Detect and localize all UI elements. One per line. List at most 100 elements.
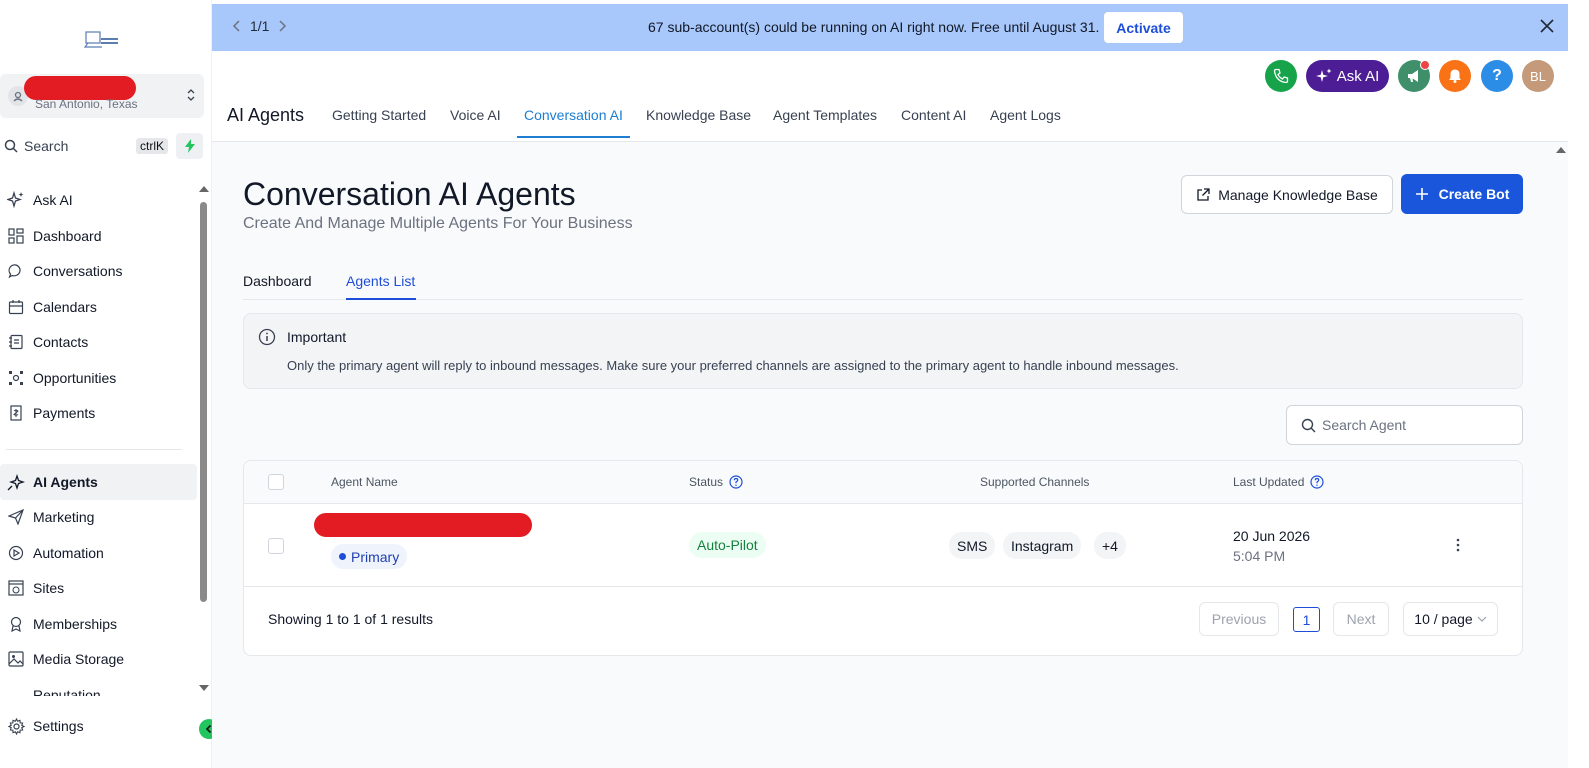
table-row[interactable]: Primary Auto-Pilot SMS Instagram +4 20 J…	[244, 504, 1522, 587]
select-all-checkbox[interactable]	[268, 474, 284, 490]
tab-content-ai[interactable]: Content AI	[901, 107, 966, 123]
table-header: Agent Name Status Supported Channels Las…	[244, 461, 1522, 504]
subtabs-divider	[243, 299, 1523, 300]
search-icon	[4, 139, 18, 153]
sidebar-search[interactable]: Search ctrlK	[0, 134, 170, 158]
sidebar-scrollbar[interactable]	[199, 186, 209, 691]
active-tab-indicator	[517, 136, 630, 138]
sidebar-item-marketing[interactable]: Marketing	[0, 499, 197, 535]
chevron-left-icon[interactable]	[232, 19, 242, 33]
scroll-down-arrow-icon[interactable]	[199, 685, 209, 691]
phone-button[interactable]	[1265, 60, 1297, 92]
help-circle-icon[interactable]	[729, 475, 743, 489]
agents-table: Agent Name Status Supported Channels Las…	[243, 460, 1523, 656]
channel-chip-more[interactable]: +4	[1094, 532, 1126, 559]
sidebar-item-dashboard[interactable]: Dashboard	[0, 218, 197, 254]
ai-agents-icon	[7, 473, 25, 491]
search-agent-field[interactable]	[1286, 405, 1523, 445]
chevron-right-icon[interactable]	[277, 19, 287, 33]
primary-badge: Primary	[331, 544, 408, 569]
tab-knowledge-base[interactable]: Knowledge Base	[646, 107, 751, 123]
tab-conversation-ai[interactable]: Conversation AI	[524, 107, 623, 123]
close-icon[interactable]	[1540, 19, 1554, 38]
page-size-select[interactable]: 10 / page	[1403, 602, 1498, 636]
column-header-status: Status	[689, 475, 743, 489]
receipt-icon	[7, 404, 25, 422]
sidebar-item-calendars[interactable]: Calendars	[0, 289, 197, 325]
search-agent-input[interactable]	[1322, 417, 1502, 433]
column-label: Status	[689, 475, 724, 489]
sidebar-item-settings[interactable]: Settings	[0, 708, 197, 744]
external-link-icon	[1196, 187, 1210, 202]
sidebar: San Antonio, Texas Search ctrlK Ask AI D…	[0, 0, 212, 768]
quick-actions-button[interactable]	[176, 133, 203, 159]
banner-message: 67 sub-account(s) could be running on AI…	[648, 19, 1100, 35]
avatar[interactable]: BL	[1522, 60, 1554, 92]
channel-chip-sms: SMS	[949, 532, 996, 559]
primary-badge-label: Primary	[351, 548, 400, 565]
subtab-dashboard[interactable]: Dashboard	[243, 273, 312, 289]
module-header: AI Agents Getting Started Voice AI Conve…	[212, 96, 1568, 142]
sidebar-item-reputation[interactable]: Reputation	[33, 688, 101, 696]
notifications-button[interactable]	[1439, 60, 1471, 92]
sparkle-icon	[1315, 68, 1332, 84]
search-shortcut: ctrlK	[136, 138, 168, 154]
sidebar-item-ai-agents[interactable]: AI Agents	[0, 464, 197, 500]
tab-agent-logs[interactable]: Agent Logs	[990, 107, 1061, 123]
important-alert: Important Only the primary agent will re…	[243, 313, 1523, 389]
sidebar-item-opportunities[interactable]: Opportunities	[0, 360, 197, 396]
tab-voice-ai[interactable]: Voice AI	[450, 107, 501, 123]
more-options-icon[interactable]	[1452, 537, 1464, 558]
sidebar-item-media-storage[interactable]: Media Storage	[0, 641, 197, 677]
sidebar-item-automation[interactable]: Automation	[0, 535, 197, 571]
globe-window-icon	[7, 579, 25, 597]
ask-ai-button[interactable]: Ask AI	[1306, 60, 1389, 92]
tab-agent-templates[interactable]: Agent Templates	[773, 107, 877, 123]
sidebar-item-sites[interactable]: Sites	[0, 570, 197, 606]
scrollbar-thumb[interactable]	[200, 202, 207, 602]
location-switcher[interactable]: San Antonio, Texas	[0, 74, 204, 118]
create-bot-button[interactable]: Create Bot	[1401, 174, 1523, 214]
results-count: Showing 1 to 1 of 1 results	[268, 611, 433, 627]
activate-button[interactable]: Activate	[1104, 12, 1183, 43]
row-checkbox[interactable]	[268, 538, 284, 554]
sidebar-item-contacts[interactable]: Contacts	[0, 324, 197, 360]
ask-ai-label: Ask AI	[1336, 67, 1380, 85]
plus-icon	[1415, 187, 1429, 201]
chevron-up-down-icon	[186, 85, 196, 110]
active-subtab-indicator	[346, 298, 416, 300]
next-page-button[interactable]: Next	[1333, 602, 1389, 636]
sidebar-item-ask-ai[interactable]: Ask AI	[0, 182, 197, 218]
column-header-supported-channels: Supported Channels	[980, 475, 1089, 489]
alert-title: Important	[287, 329, 347, 345]
page-number-button[interactable]: 1	[1293, 607, 1320, 632]
previous-page-button[interactable]: Previous	[1199, 602, 1279, 636]
promo-banner: 1/1 67 sub-account(s) could be running o…	[212, 4, 1568, 51]
status-badge: Auto-Pilot	[689, 532, 766, 558]
help-button[interactable]: ?	[1481, 60, 1513, 92]
page-subtitle: Create And Manage Multiple Agents For Yo…	[243, 215, 633, 232]
manage-knowledge-base-button[interactable]: Manage Knowledge Base	[1181, 175, 1393, 214]
sidebar-item-memberships[interactable]: Memberships	[0, 606, 197, 642]
bell-icon	[1447, 68, 1463, 84]
sparkle-icon	[7, 191, 25, 209]
channel-chip-instagram: Instagram	[1003, 532, 1082, 559]
sidebar-item-label: Contacts	[33, 334, 89, 350]
contact-card-icon	[7, 333, 25, 351]
redacted-agent-name	[314, 513, 532, 537]
scroll-up-arrow-icon[interactable]	[1556, 147, 1566, 153]
sidebar-item-payments[interactable]: Payments	[0, 395, 197, 431]
lightning-icon	[184, 139, 196, 153]
scroll-up-arrow-icon[interactable]	[199, 186, 209, 192]
last-updated-date: 20 Jun 2026	[1233, 528, 1311, 544]
column-header-agent-name: Agent Name	[331, 475, 398, 489]
sidebar-item-conversations[interactable]: Conversations	[0, 253, 197, 289]
help-circle-icon[interactable]	[1310, 475, 1324, 489]
location-city: San Antonio, Texas	[35, 97, 138, 111]
badge-dot	[339, 553, 346, 560]
banner-pager: 1/1	[232, 18, 287, 34]
tab-getting-started[interactable]: Getting Started	[332, 107, 426, 123]
sidebar-item-label: Payments	[33, 405, 96, 421]
subtab-agents-list[interactable]: Agents List	[346, 273, 415, 289]
sidebar-item-label: Settings	[33, 718, 84, 734]
